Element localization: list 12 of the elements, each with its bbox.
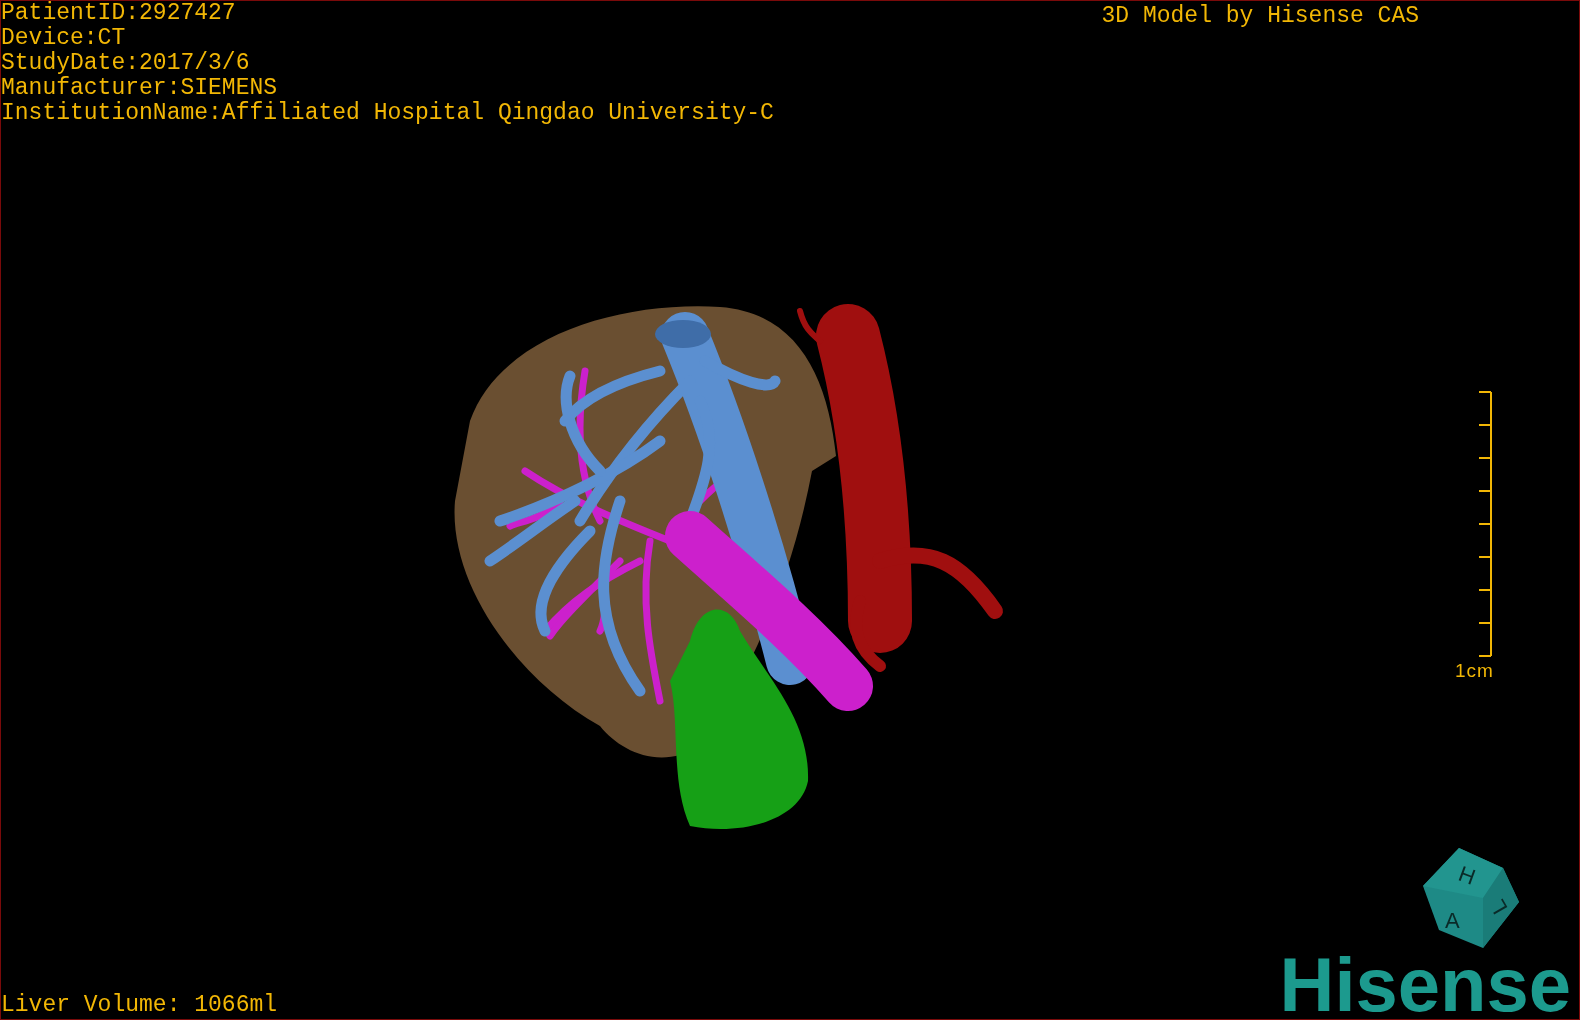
cube-label: A <box>1445 908 1460 933</box>
patient-info-text: PatientID:2927427 <box>1 1 237 26</box>
cube-label: L <box>1484 895 1513 919</box>
viewer-title: 3D Model by Hisense CAS <box>1101 2 1419 31</box>
scale-label: 1cm <box>1455 661 1494 681</box>
patient-info-text: Manufacturer:SIEMENS <box>1 76 279 101</box>
patient-info-text: StudyDate:2017/3/6 <box>1 51 251 76</box>
cube-label: H <box>1455 860 1479 890</box>
liver-volume-text: Liver Volume: 1066ml <box>1 992 278 1018</box>
brand-logo: Hisense <box>1279 950 1571 1019</box>
patient-info-text: InstitutionName:Affiliated Hospital Qingdao University-C <box>1 101 774 126</box>
patient-info-text: Device:CT <box>1 26 127 51</box>
